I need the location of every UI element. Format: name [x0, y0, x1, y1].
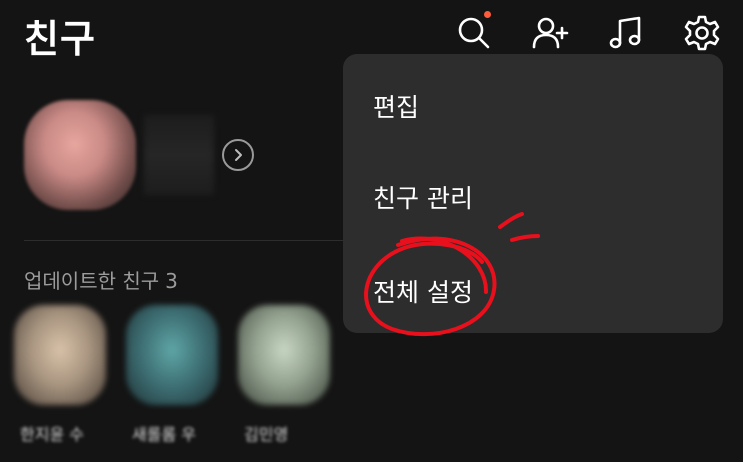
add-friend-button[interactable]	[529, 12, 571, 54]
friend-name: 김민영	[244, 425, 289, 444]
divider	[24, 240, 354, 241]
list-item[interactable]: 새롤롬 우	[126, 305, 218, 445]
header-actions	[453, 11, 723, 54]
menu-item-manage-friends[interactable]: 친구 관리	[373, 179, 473, 215]
friend-name: 한지윤 수	[20, 425, 84, 444]
notification-dot	[484, 11, 491, 18]
chevron-right-icon	[235, 149, 242, 161]
music-button[interactable]	[605, 12, 647, 54]
avatar[interactable]	[238, 305, 330, 405]
add-friend-icon	[532, 17, 569, 49]
friend-name: 새롤롬 우	[132, 425, 196, 444]
list-item[interactable]: 한지윤 수	[14, 305, 106, 445]
updated-friends-heading: 업데이트한 친구 3	[24, 265, 178, 294]
profile-name-blurred	[144, 115, 214, 195]
avatar[interactable]	[126, 305, 218, 405]
menu-item-all-settings[interactable]: 전체 설정	[373, 273, 473, 309]
page-title: 친구	[24, 17, 96, 61]
overflow-menu: 편집 친구 관리 전체 설정	[343, 54, 723, 333]
avatar[interactable]	[14, 305, 106, 405]
search-icon	[458, 17, 490, 49]
updated-friends-label: 업데이트한 친구	[24, 269, 160, 293]
settings-icon	[684, 15, 720, 51]
my-profile[interactable]	[24, 100, 254, 210]
updated-friends-list: 한지윤 수 새롤롬 우 김민영	[14, 305, 330, 445]
music-icon	[609, 16, 641, 49]
avatar[interactable]	[24, 100, 136, 210]
profile-detail-button[interactable]	[222, 139, 254, 171]
settings-button[interactable]	[681, 12, 723, 54]
menu-item-edit[interactable]: 편집	[373, 88, 419, 124]
search-button[interactable]	[453, 11, 495, 54]
list-item[interactable]: 김민영	[238, 305, 330, 445]
updated-friends-count: 3	[165, 269, 178, 293]
